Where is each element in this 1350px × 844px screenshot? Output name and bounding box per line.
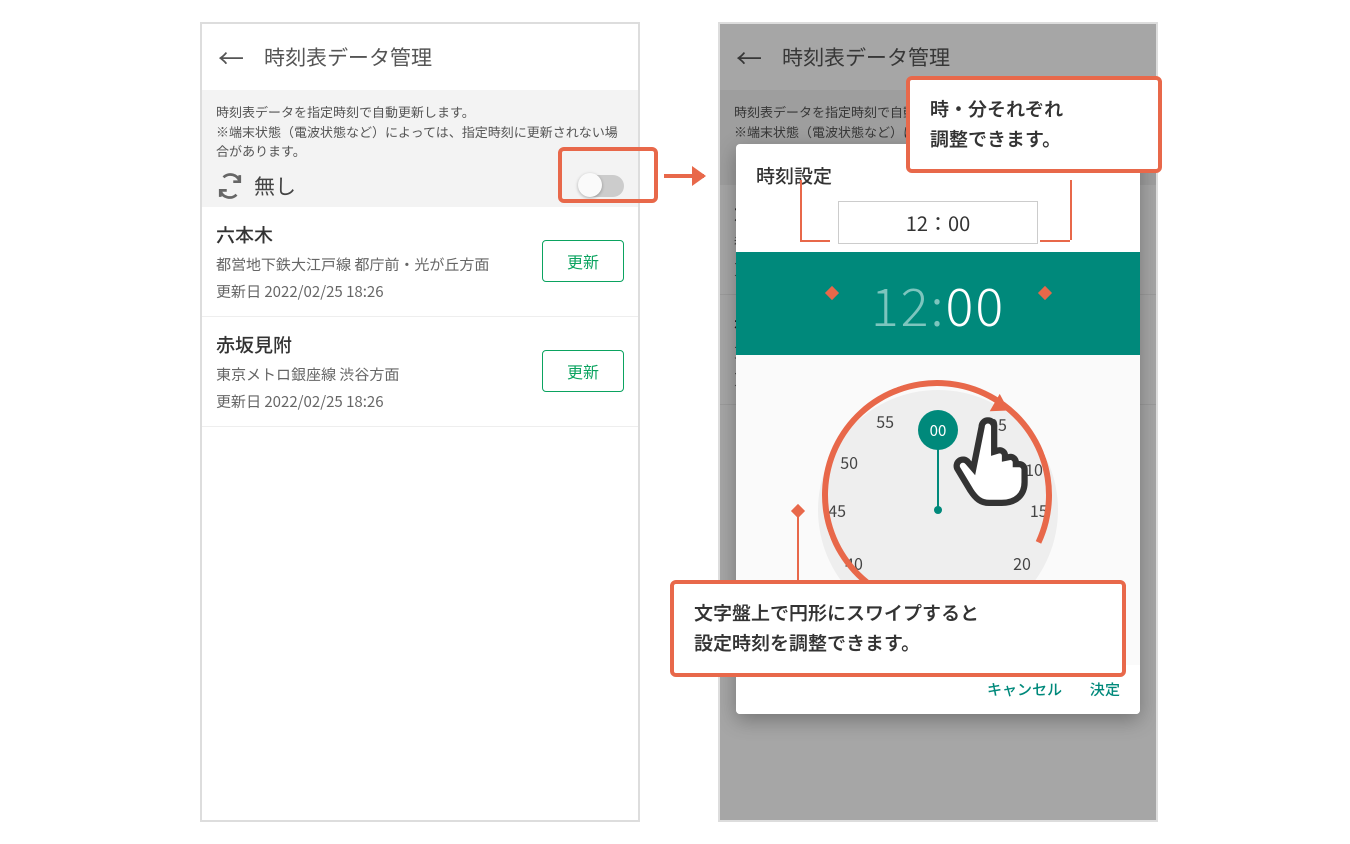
station-date: 更新日 2022/02/25 18:26 bbox=[216, 281, 542, 302]
callout-hour-minute: 時・分それぞれ 調整できます。 bbox=[906, 76, 1162, 173]
callout-swipe: 文字盤上で円形にスワイプすると 設定時刻を調整できます。 bbox=[670, 580, 1126, 677]
station-line: 東京メトロ銀座線 渋谷方面 bbox=[216, 364, 542, 385]
update-button-0[interactable]: 更新 bbox=[542, 240, 624, 282]
refresh-label: 無し bbox=[254, 171, 296, 201]
cancel-button[interactable]: キャンセル bbox=[987, 679, 1062, 700]
station-item-1: 赤坂見附 東京メトロ銀座線 渋谷方面 更新日 2022/02/25 18:26 … bbox=[202, 317, 638, 427]
arrow-to-right bbox=[664, 174, 704, 178]
highlight-toggle bbox=[558, 147, 658, 203]
station-item-0: 六本木 都営地下鉄大江戸線 都庁前・光が丘方面 更新日 2022/02/25 1… bbox=[202, 207, 638, 317]
hour-value[interactable]: 12 bbox=[871, 266, 931, 341]
header: ← 時刻表データ管理 bbox=[202, 24, 638, 90]
phone-left: ← 時刻表データ管理 時刻表データを指定時刻で自動更新します。 ※端末状態（電波… bbox=[200, 22, 640, 822]
swipe-hand-icon bbox=[940, 405, 1040, 539]
station-line: 都営地下鉄大江戸線 都庁前・光が丘方面 bbox=[216, 254, 542, 275]
page-title: 時刻表データ管理 bbox=[264, 42, 432, 72]
leader-1h bbox=[800, 240, 830, 242]
station-name: 六本木 bbox=[216, 221, 542, 248]
leader-2v bbox=[797, 510, 799, 580]
refresh-left: 無し bbox=[216, 171, 296, 201]
back-icon[interactable]: ← bbox=[218, 39, 244, 76]
time-small-display: 12：00 bbox=[838, 201, 1038, 244]
leader-1v2 bbox=[1070, 180, 1072, 240]
station-date: 更新日 2022/02/25 18:26 bbox=[216, 391, 542, 412]
info-line1: 時刻表データを指定時刻で自動更新します。 bbox=[216, 102, 624, 122]
minute-value[interactable]: 00 bbox=[946, 266, 1006, 341]
refresh-icon[interactable] bbox=[216, 172, 244, 200]
leader-1h2 bbox=[1040, 240, 1070, 242]
time-big-band: 12:00 bbox=[736, 252, 1140, 355]
leader-1v bbox=[800, 180, 802, 240]
ok-button[interactable]: 決定 bbox=[1090, 679, 1120, 700]
station-name: 赤坂見附 bbox=[216, 331, 542, 358]
update-button-1[interactable]: 更新 bbox=[542, 350, 624, 392]
